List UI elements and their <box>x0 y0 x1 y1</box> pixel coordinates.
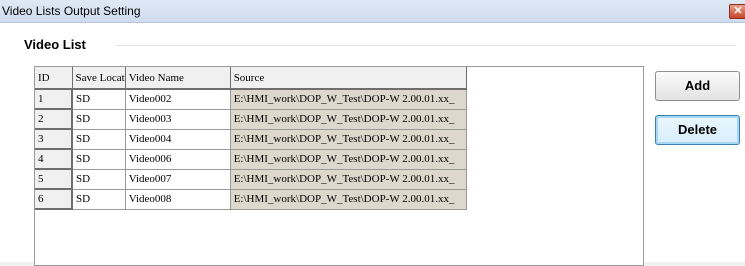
group-label: Video List <box>22 37 88 52</box>
column-header-save-location[interactable]: Save Locat <box>72 67 126 90</box>
row-id-cell[interactable]: 3 <box>35 129 73 150</box>
save-location-cell[interactable]: SD <box>72 129 126 150</box>
video-name-cell[interactable]: Video008 <box>125 189 231 210</box>
source-cell[interactable]: E:\HMI_work\DOP_W_Test\DOP-W 2.00.01.xx_ <box>230 169 467 190</box>
add-button[interactable]: Add <box>655 71 740 101</box>
video-list-table[interactable]: ID Save Locat Video Name Source 1 SD Vid… <box>34 66 644 266</box>
source-cell[interactable]: E:\HMI_work\DOP_W_Test\DOP-W 2.00.01.xx_ <box>230 129 467 150</box>
video-name-cell[interactable]: Video007 <box>125 169 231 190</box>
source-cell[interactable]: E:\HMI_work\DOP_W_Test\DOP-W 2.00.01.xx_ <box>230 149 467 170</box>
dialog-body: Video List ID Save Locat Video Name Sour… <box>0 23 745 266</box>
row-id-cell[interactable]: 4 <box>35 149 73 170</box>
save-location-cell[interactable]: SD <box>72 149 126 170</box>
video-name-cell[interactable]: Video006 <box>125 149 231 170</box>
table-row[interactable]: 4 SD Video006 E:\HMI_work\DOP_W_Test\DOP… <box>35 149 467 170</box>
window-title: Video Lists Output Setting <box>2 4 141 18</box>
save-location-cell[interactable]: SD <box>72 109 126 130</box>
row-id-cell[interactable]: 2 <box>35 109 73 130</box>
group-divider <box>116 45 736 46</box>
table-row[interactable]: 5 SD Video007 E:\HMI_work\DOP_W_Test\DOP… <box>35 169 467 190</box>
row-id-cell[interactable]: 1 <box>35 89 73 110</box>
save-location-cell[interactable]: SD <box>72 189 126 210</box>
video-name-cell[interactable]: Video002 <box>125 89 231 110</box>
row-id-cell[interactable]: 5 <box>35 169 73 190</box>
table-header-row: ID Save Locat Video Name Source <box>35 67 467 90</box>
video-name-cell[interactable]: Video003 <box>125 109 231 130</box>
source-cell[interactable]: E:\HMI_work\DOP_W_Test\DOP-W 2.00.01.xx_ <box>230 109 467 130</box>
title-bar: Video Lists Output Setting ✕ <box>0 0 745 23</box>
source-cell[interactable]: E:\HMI_work\DOP_W_Test\DOP-W 2.00.01.xx_ <box>230 189 467 210</box>
column-header-source[interactable]: Source <box>230 67 467 90</box>
column-header-video-name[interactable]: Video Name <box>125 67 231 90</box>
close-icon[interactable]: ✕ <box>729 4 745 19</box>
source-cell[interactable]: E:\HMI_work\DOP_W_Test\DOP-W 2.00.01.xx_ <box>230 89 467 110</box>
table-row[interactable]: 3 SD Video004 E:\HMI_work\DOP_W_Test\DOP… <box>35 129 467 150</box>
table-row[interactable]: 1 SD Video002 E:\HMI_work\DOP_W_Test\DOP… <box>35 89 467 110</box>
table-row[interactable]: 2 SD Video003 E:\HMI_work\DOP_W_Test\DOP… <box>35 109 467 130</box>
video-name-cell[interactable]: Video004 <box>125 129 231 150</box>
delete-button[interactable]: Delete <box>655 115 740 145</box>
save-location-cell[interactable]: SD <box>72 89 126 110</box>
save-location-cell[interactable]: SD <box>72 169 126 190</box>
column-header-id[interactable]: ID <box>35 67 73 90</box>
row-id-cell[interactable]: 6 <box>35 189 73 210</box>
table-row[interactable]: 6 SD Video008 E:\HMI_work\DOP_W_Test\DOP… <box>35 189 467 210</box>
